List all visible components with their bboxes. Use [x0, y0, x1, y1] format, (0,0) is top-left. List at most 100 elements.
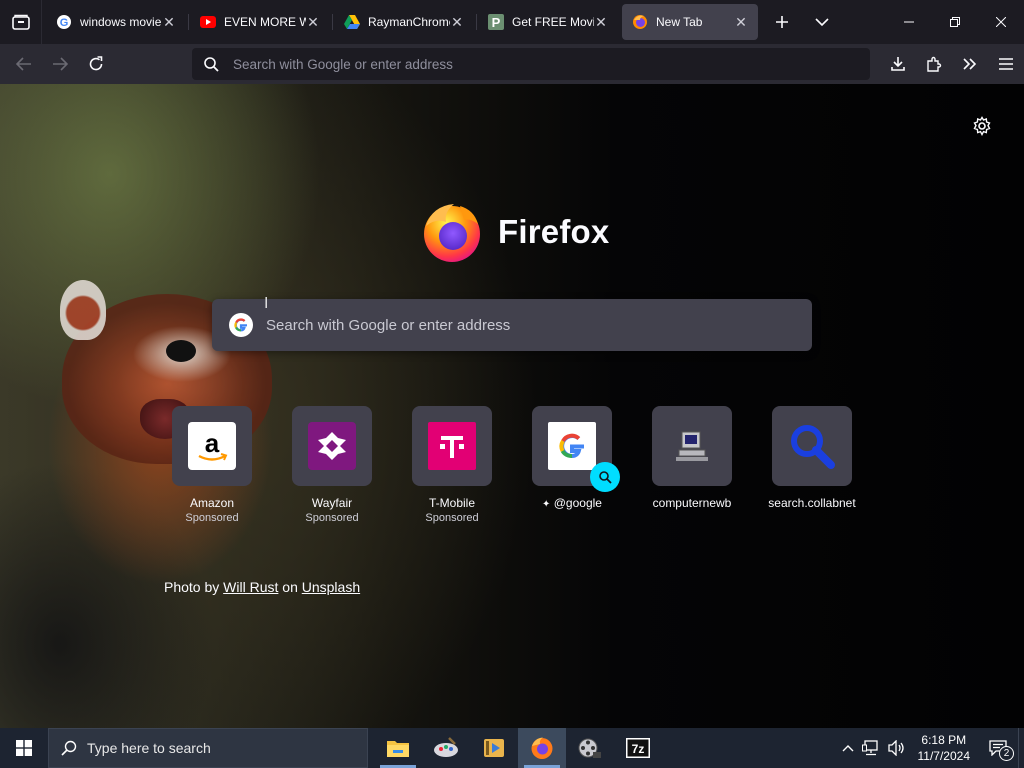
tile-icon-box[interactable] [652, 406, 732, 486]
taskbar-movie-maker[interactable] [566, 728, 614, 768]
tab-new-tab[interactable]: New Tab ✕ [622, 4, 758, 40]
tile-icon-box[interactable] [412, 406, 492, 486]
plus-icon [776, 16, 788, 28]
tab-divider [332, 14, 333, 30]
show-desktop-button[interactable] [1018, 728, 1024, 768]
clock-date: 11/7/2024 [917, 749, 971, 763]
top-site-search-collabnet[interactable]: search.collabnet [768, 406, 856, 524]
background-photo-detail [166, 340, 196, 362]
reload-icon [89, 56, 103, 71]
customize-button[interactable] [972, 116, 992, 137]
tab-windows-movie[interactable]: G windows movie ✕ [46, 4, 189, 40]
tab-title: EVEN MORE WM [224, 15, 306, 29]
tile-icon-box[interactable] [292, 406, 372, 486]
taskbar-firefox[interactable] [518, 728, 566, 768]
minimize-button[interactable] [886, 0, 932, 44]
hamburger-menu-icon [999, 58, 1013, 70]
back-button[interactable] [6, 48, 42, 80]
tile-icon-box[interactable] [772, 406, 852, 486]
newtab-search-input[interactable] [266, 316, 786, 334]
newtab-search-box[interactable] [212, 299, 812, 351]
tab-get-free-movie[interactable]: P Get FREE Movie ✕ [478, 4, 618, 40]
photo-author-link[interactable]: Will Rust [223, 579, 278, 595]
tile-label-text: @google [553, 496, 602, 510]
search-icon [599, 471, 612, 484]
sponsored-label: Sponsored [425, 512, 479, 524]
restore-icon [950, 17, 960, 27]
7zip-icon: 7z [626, 738, 650, 758]
address-input[interactable] [233, 56, 833, 72]
reload-button[interactable] [78, 48, 114, 80]
arrow-left-icon [16, 57, 31, 71]
downloads-button[interactable] [880, 48, 916, 80]
tab-even-more-wm[interactable]: EVEN MORE WM ✕ [190, 4, 333, 40]
svg-text:G: G [60, 17, 69, 29]
tile-icon-box[interactable]: a [172, 406, 252, 486]
forward-button[interactable] [42, 48, 78, 80]
amazon-icon: a [188, 422, 236, 470]
network-icon [861, 740, 878, 756]
youtube-icon [200, 14, 216, 30]
close-tab-icon[interactable]: ✕ [734, 14, 748, 31]
taskbar-7zip[interactable]: 7z [614, 728, 662, 768]
taskbar-search-box[interactable]: Type here to search [48, 728, 368, 768]
restore-button[interactable] [932, 0, 978, 44]
firefox-view-button[interactable] [0, 0, 42, 44]
photo-credit: Photo by Will Rust on Unsplash [164, 579, 360, 595]
top-site-wayfair[interactable]: Wayfair Sponsored [292, 406, 372, 524]
taskbar-media-player[interactable] [470, 728, 518, 768]
tab-title: Get FREE Movie [512, 15, 594, 29]
tab-divider [476, 14, 477, 30]
navigation-toolbar [0, 44, 1024, 84]
firefox-wordmark: Firefox [498, 213, 610, 250]
chevron-down-icon [815, 18, 829, 27]
tab-divider [188, 14, 189, 30]
app-menu-button[interactable] [988, 48, 1024, 80]
network-button[interactable] [858, 728, 884, 768]
action-center-button[interactable]: 2 [978, 728, 1018, 768]
address-bar[interactable] [192, 48, 870, 80]
system-tray: 6:18 PM 11/7/2024 2 [838, 728, 1024, 768]
close-icon [996, 17, 1006, 27]
search-shortcut-badge [590, 462, 620, 492]
taskbar-file-explorer[interactable] [374, 728, 422, 768]
tmobile-icon [428, 422, 476, 470]
minimize-icon [904, 21, 914, 23]
start-button[interactable] [0, 728, 48, 768]
extensions-button[interactable] [916, 48, 952, 80]
svg-text:a: a [205, 428, 220, 458]
double-chevron-right-icon [963, 58, 977, 70]
google-drive-icon [344, 14, 360, 30]
close-window-button[interactable] [978, 0, 1024, 44]
clock-time: 6:18 PM [921, 733, 967, 747]
top-site-tmobile[interactable]: T-Mobile Sponsored [412, 406, 492, 524]
taskbar-clock[interactable]: 6:18 PM 11/7/2024 [910, 732, 979, 764]
list-all-tabs-button[interactable] [804, 4, 840, 40]
close-tab-icon[interactable]: ✕ [594, 14, 608, 31]
close-tab-icon[interactable]: ✕ [450, 14, 464, 31]
more-tools-button[interactable] [952, 48, 988, 80]
firefox-icon [531, 737, 553, 759]
sponsored-label: Sponsored [305, 512, 359, 524]
volume-button[interactable] [884, 728, 910, 768]
close-tab-icon[interactable]: ✕ [162, 14, 176, 31]
top-site-amazon[interactable]: a Amazon Sponsored [172, 406, 252, 524]
film-reel-icon [578, 738, 601, 758]
show-hidden-icons-button[interactable] [838, 728, 858, 768]
taskbar-search-placeholder: Type here to search [87, 740, 211, 756]
top-site-computernewb[interactable]: computernewb [652, 406, 732, 524]
tab-raymanchrome[interactable]: RaymanChrome ✕ [334, 4, 477, 40]
google-icon: G [56, 14, 72, 30]
top-site-google[interactable]: ✦ @google [532, 406, 620, 524]
unsplash-link[interactable]: Unsplash [302, 579, 360, 595]
windows-logo-icon [16, 740, 32, 756]
taskbar-paint-app[interactable] [422, 728, 470, 768]
search-icon [204, 56, 219, 72]
chevron-up-icon [842, 745, 853, 752]
new-tab-button[interactable] [764, 4, 800, 40]
tile-label: T-Mobile [428, 496, 475, 510]
tab-strip: G windows movie ✕ EVEN MORE WM ✕ RaymanC… [0, 0, 1024, 44]
tile-icon-box[interactable] [532, 406, 620, 492]
taskbar: Type here to search 7z 6:18 PM 11/7/2024 [0, 728, 1024, 768]
close-tab-icon[interactable]: ✕ [306, 14, 320, 31]
